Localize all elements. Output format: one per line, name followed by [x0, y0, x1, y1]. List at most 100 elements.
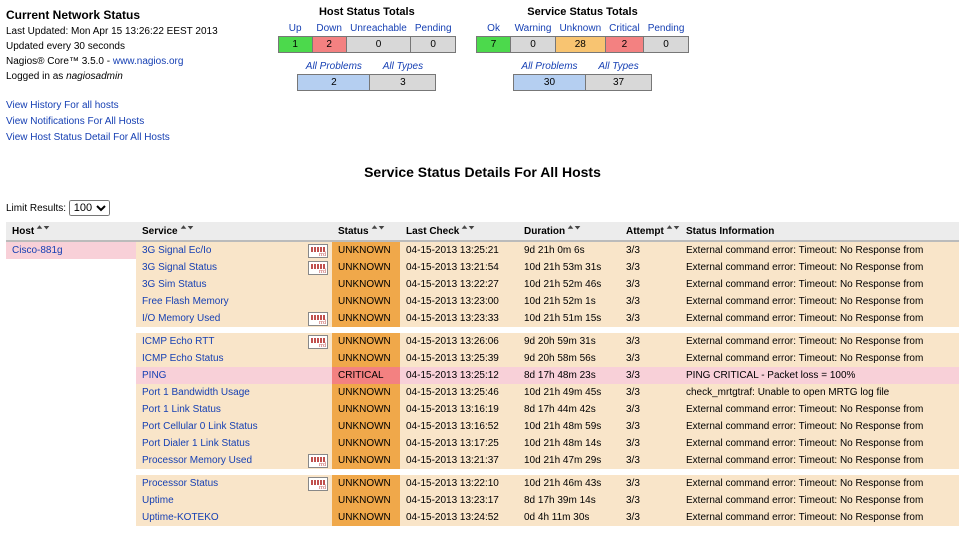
cell-last_check: 04-15-2013 13:16:19: [400, 401, 518, 418]
totals-subheader[interactable]: All Problems: [298, 59, 370, 75]
cell-attempt: 3/3: [620, 293, 680, 310]
limit-label: Limit Results:: [6, 203, 66, 214]
rrd-icon[interactable]: [308, 261, 328, 275]
totals-subheader[interactable]: All Types: [370, 59, 436, 75]
link-notifications[interactable]: View Notifications For All Hosts: [6, 116, 144, 127]
cell-attempt: 3/3: [620, 333, 680, 350]
service-link[interactable]: 3G Signal Status: [142, 262, 217, 273]
service-link[interactable]: Processor Status: [142, 478, 218, 489]
service-link[interactable]: ICMP Echo Status: [142, 353, 224, 364]
cell-attempt: 3/3: [620, 492, 680, 509]
totals-cell[interactable]: 0: [346, 37, 411, 53]
service-link[interactable]: PING: [142, 370, 166, 381]
service-link[interactable]: I/O Memory Used: [142, 313, 220, 324]
col-host[interactable]: Host: [6, 222, 136, 241]
cell-attempt: 3/3: [620, 310, 680, 327]
table-row: 3G Signal StatusUNKNOWN04-15-2013 13:21:…: [6, 259, 959, 276]
cell-attempt: 3/3: [620, 418, 680, 435]
totals-cell[interactable]: 0: [411, 37, 456, 53]
service-link[interactable]: Port 1 Link Status: [142, 404, 221, 415]
totals-header[interactable]: Warning: [515, 23, 552, 34]
cell-info: External command error: Timeout: No Resp…: [680, 241, 959, 259]
logged-in-prefix: Logged in as: [6, 71, 66, 82]
totals-cell[interactable]: 0: [511, 37, 556, 53]
totals-header[interactable]: Pending: [648, 23, 685, 34]
sort-icon[interactable]: [371, 225, 385, 237]
totals-header[interactable]: Unreachable: [350, 23, 407, 34]
cell-duration: 10d 21h 51m 15s: [518, 310, 620, 327]
totals-cell[interactable]: 30: [513, 75, 585, 91]
logged-in-user: nagiosadmin: [66, 71, 123, 82]
cell-attempt: 3/3: [620, 367, 680, 384]
totals-header[interactable]: Critical: [609, 23, 640, 34]
rrd-icon[interactable]: [308, 477, 328, 491]
service-link[interactable]: Port 1 Bandwidth Usage: [142, 387, 250, 398]
service-link[interactable]: 3G Signal Ec/Io: [142, 245, 211, 256]
status-cell: UNKNOWN: [332, 310, 400, 327]
totals-header[interactable]: Down: [316, 23, 342, 34]
page-title: Service Status Details For All Hosts: [6, 164, 959, 180]
table-row: 3G Sim StatusUNKNOWN04-15-2013 13:22:271…: [6, 276, 959, 293]
sort-icon[interactable]: [666, 225, 680, 237]
rrd-icon[interactable]: [308, 244, 328, 258]
totals-header[interactable]: Ok: [487, 23, 500, 34]
totals-header[interactable]: Up: [289, 23, 302, 34]
service-link[interactable]: Uptime: [142, 495, 174, 506]
cell-info: External command error: Timeout: No Resp…: [680, 418, 959, 435]
product-link[interactable]: www.nagios.org: [113, 56, 184, 67]
col-last-check[interactable]: Last Check: [400, 222, 518, 241]
totals-header[interactable]: Unknown: [559, 23, 601, 34]
totals-cell[interactable]: 2: [312, 37, 346, 53]
service-link[interactable]: Port Cellular 0 Link Status: [142, 421, 258, 432]
product-line: Nagios® Core™ 3.5.0 - www.nagios.org: [6, 54, 218, 69]
logged-in-line: Logged in as nagiosadmin: [6, 69, 218, 84]
cell-info: External command error: Timeout: No Resp…: [680, 276, 959, 293]
totals-cell[interactable]: 7: [477, 37, 511, 53]
limit-select[interactable]: 100: [69, 200, 110, 216]
cell-attempt: 3/3: [620, 401, 680, 418]
service-link[interactable]: 3G Sim Status: [142, 279, 206, 290]
col-duration[interactable]: Duration: [518, 222, 620, 241]
totals-cell[interactable]: 1: [278, 37, 312, 53]
col-status[interactable]: Status: [332, 222, 400, 241]
sort-icon[interactable]: [461, 225, 475, 237]
totals-cell[interactable]: 2: [298, 75, 370, 91]
totals-cell[interactable]: 3: [370, 75, 436, 91]
cell-info: External command error: Timeout: No Resp…: [680, 452, 959, 469]
service-link[interactable]: Processor Memory Used: [142, 455, 252, 466]
col-service[interactable]: Service: [136, 222, 332, 241]
table-row: ICMP Echo StatusUNKNOWN04-15-2013 13:25:…: [6, 350, 959, 367]
cell-info: External command error: Timeout: No Resp…: [680, 492, 959, 509]
sort-icon[interactable]: [567, 225, 581, 237]
status-cell: UNKNOWN: [332, 401, 400, 418]
totals-subheader[interactable]: All Types: [586, 59, 652, 75]
totals-cell[interactable]: 2: [605, 37, 644, 53]
product-prefix: Nagios® Core™ 3.5.0 -: [6, 56, 113, 67]
totals-cell[interactable]: 28: [555, 37, 605, 53]
cell-info: PING CRITICAL - Packet loss = 100%: [680, 367, 959, 384]
totals-subheader[interactable]: All Problems: [513, 59, 585, 75]
link-history[interactable]: View History For all hosts: [6, 100, 119, 111]
cell-attempt: 3/3: [620, 509, 680, 526]
status-cell: CRITICAL: [332, 367, 400, 384]
status-cell: UNKNOWN: [332, 333, 400, 350]
rrd-icon[interactable]: [308, 335, 328, 349]
service-link[interactable]: Port Dialer 1 Link Status: [142, 438, 250, 449]
sort-icon[interactable]: [36, 225, 50, 237]
totals-cell[interactable]: 37: [586, 75, 652, 91]
link-host-status-detail[interactable]: View Host Status Detail For All Hosts: [6, 132, 170, 143]
sort-icon[interactable]: [180, 225, 194, 237]
table-row: PINGCRITICAL04-15-2013 13:25:128d 17h 48…: [6, 367, 959, 384]
totals-cell[interactable]: 0: [644, 37, 689, 53]
cell-duration: 10d 21h 46m 43s: [518, 475, 620, 492]
cell-duration: 10d 21h 48m 14s: [518, 435, 620, 452]
totals-header[interactable]: Pending: [415, 23, 452, 34]
service-link[interactable]: ICMP Echo RTT: [142, 336, 214, 347]
service-link[interactable]: Uptime-KOTEKO: [142, 512, 219, 523]
service-link[interactable]: Free Flash Memory: [142, 296, 229, 307]
host-link[interactable]: Cisco-881g: [12, 245, 63, 256]
rrd-icon[interactable]: [308, 312, 328, 326]
col-attempt[interactable]: Attempt: [620, 222, 680, 241]
status-cell: UNKNOWN: [332, 241, 400, 259]
rrd-icon[interactable]: [308, 454, 328, 468]
